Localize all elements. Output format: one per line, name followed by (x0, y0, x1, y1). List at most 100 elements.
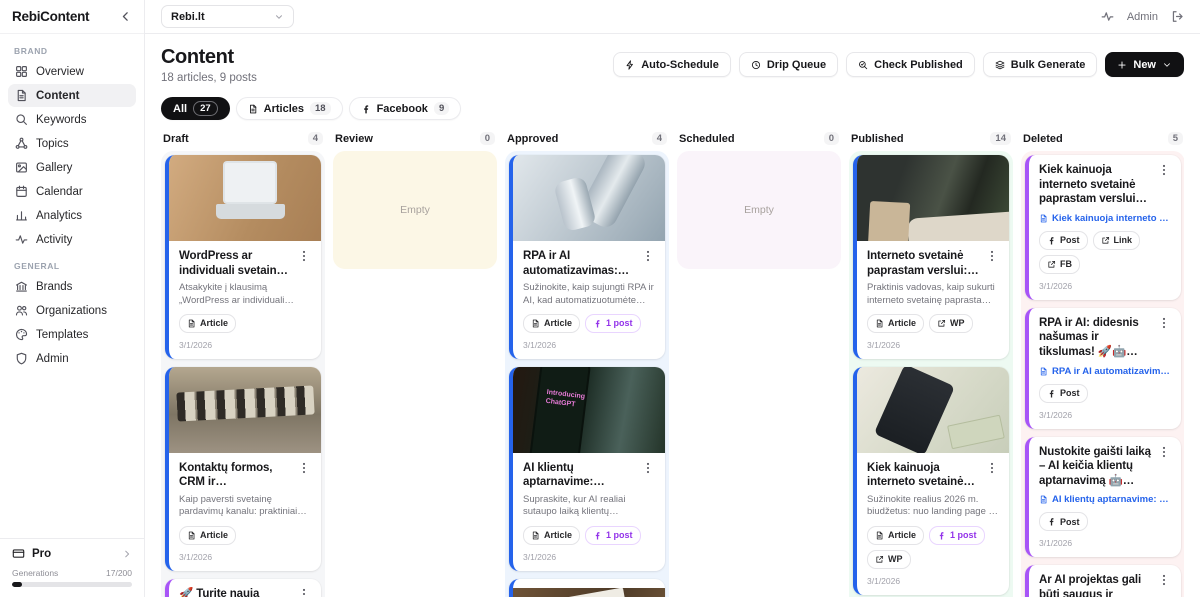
badge-1-post: 1 post (585, 314, 641, 333)
badge-1-post: 1 post (585, 526, 641, 545)
badge-label: Post (1060, 388, 1080, 398)
more-options-button[interactable] (297, 461, 311, 475)
card-image (169, 155, 321, 241)
file-icon (875, 531, 884, 540)
tab-articles[interactable]: Articles18 (236, 97, 343, 120)
layers-icon (995, 60, 1005, 70)
content-card[interactable]: Interneto svetainė paprastam verslui: nu… (853, 155, 1009, 359)
file-icon (1039, 367, 1048, 376)
auto-schedule-button[interactable]: Auto-Schedule (613, 52, 731, 77)
generations-value: 17/200 (106, 568, 132, 578)
card-title: 🚀 Turite naują svetainę? Paverskite ją u… (179, 587, 293, 597)
card-description: Atsakykite į klausimą „WordPress ar indi… (179, 282, 311, 307)
content-card[interactable]: 🚀 Turite naują svetainę? Paverskite ją u… (165, 579, 321, 597)
sidebar-item-brands[interactable]: Brands (8, 275, 136, 298)
sidebar-item-calendar[interactable]: Calendar (8, 180, 136, 203)
pro-panel: Pro Generations 17/200 (0, 538, 144, 597)
more-options-button[interactable] (985, 461, 999, 475)
content-card[interactable]: Nustokite gaišti laiką – AI keičia klien… (1025, 437, 1181, 558)
image-icon (15, 161, 28, 174)
sidebar-item-templates[interactable]: Templates (8, 323, 136, 346)
card-source-link[interactable]: Kiek kainuoja interneto svetainė paprast… (1039, 213, 1171, 224)
content-card[interactable]: Kiek kainuoja interneto svetainė paprast… (1025, 155, 1181, 300)
facebook-icon (937, 531, 946, 540)
card-image (169, 367, 321, 453)
sidebar-item-label: Overview (36, 66, 84, 78)
card-body: Kontaktų formos, CRM ir automatizavimas:… (169, 453, 321, 571)
sidebar-item-gallery[interactable]: Gallery (8, 156, 136, 179)
app-root: RebiContent BRANDOverviewContentKeywords… (0, 0, 1200, 597)
filter-tabs: All27 Articles18 Facebook9 (161, 97, 1184, 120)
card-body: Kiek kainuoja interneto svetainė paprast… (857, 453, 1009, 595)
sidebar-item-keywords[interactable]: Keywords (8, 108, 136, 131)
card-date: 3/1/2026 (523, 340, 655, 350)
sidebar-item-label: Calendar (36, 186, 83, 198)
sidebar-item-topics[interactable]: Topics (8, 132, 136, 155)
more-options-button[interactable] (1157, 316, 1171, 330)
button-label: New (1133, 59, 1156, 71)
sidebar-collapse-button[interactable] (119, 10, 132, 23)
drip-queue-button[interactable]: Drip Queue (739, 52, 838, 77)
card-source-link[interactable]: AI klientų aptarnavime: chatbot'ai, agen… (1039, 494, 1171, 505)
check-published-button[interactable]: Check Published (846, 52, 975, 77)
sidebar-item-admin[interactable]: Admin (8, 347, 136, 370)
badge-label: 1 post (950, 530, 977, 540)
sidebar-item-overview[interactable]: Overview (8, 60, 136, 83)
more-options-button[interactable] (297, 249, 311, 263)
column-body: Empty (677, 151, 841, 269)
sidebar-item-organizations[interactable]: Organizations (8, 299, 136, 322)
tab-all[interactable]: All27 (161, 97, 230, 120)
card-title: Nustokite gaišti laiką – AI keičia klien… (1039, 445, 1153, 489)
content-card[interactable]: RPA ir AI: didesnis našumas ir tikslumas… (1025, 308, 1181, 429)
clock-icon (751, 60, 761, 70)
badge-link: Link (1093, 231, 1141, 250)
file-icon (248, 104, 258, 114)
generations-label: Generations (12, 568, 58, 578)
activity-icon[interactable] (1101, 10, 1114, 23)
content-card[interactable]: Introducing ChatGPTAI klientų aptarnavim… (509, 367, 665, 571)
content-area: Content 18 articles, 9 posts Auto-Schedu… (145, 34, 1200, 597)
more-options-button[interactable] (297, 587, 311, 597)
file-icon (1039, 495, 1048, 504)
badge-post: Post (1039, 512, 1088, 531)
content-card[interactable]: Kontaktų formos, CRM ir automatizavimas:… (165, 367, 321, 571)
content-card[interactable]: WordPress ar individuali svetainė? Kaip … (165, 155, 321, 359)
file-icon (1039, 214, 1048, 223)
sidebar-item-content[interactable]: Content (8, 84, 136, 107)
content-card[interactable]: RPA ir AI automatizavimas: kaip sujungti… (509, 155, 665, 359)
more-options-button[interactable] (641, 249, 655, 263)
sidebar-item-activity[interactable]: Activity (8, 228, 136, 251)
calendar-icon (15, 185, 28, 198)
sidebar-item-analytics[interactable]: Analytics (8, 204, 136, 227)
more-options-button[interactable] (1157, 445, 1171, 459)
more-options-button[interactable] (1157, 573, 1171, 587)
facebook-icon (361, 104, 371, 114)
badge-wp: WP (929, 314, 973, 333)
bulk-generate-button[interactable]: Bulk Generate (983, 52, 1098, 77)
tab-facebook[interactable]: Facebook9 (349, 97, 462, 120)
more-options-button[interactable] (1157, 163, 1171, 177)
column-body: Empty (333, 151, 497, 269)
kanban-board: Draft4WordPress ar individuali svetainė?… (161, 132, 1184, 597)
facebook-icon (1047, 517, 1056, 526)
more-options-button[interactable] (985, 249, 999, 263)
user-menu[interactable]: Admin (1127, 11, 1158, 23)
content-card[interactable]: Ar AI projektas gali būti saugus ir teis… (1025, 565, 1181, 597)
content-card[interactable]: AI ETHICS (509, 579, 665, 597)
logout-icon[interactable] (1171, 10, 1184, 23)
card-source-link[interactable]: RPA ir AI automatizavimas: kaip sujungti… (1039, 366, 1171, 377)
card-title: Interneto svetainė paprastam verslui: nu… (867, 249, 981, 278)
column-header: Scheduled0 (677, 132, 841, 151)
pro-upgrade-button[interactable]: Pro (12, 547, 132, 560)
more-options-button[interactable] (641, 461, 655, 475)
card-date: 3/1/2026 (1039, 538, 1171, 548)
column-draft: Draft4WordPress ar individuali svetainė?… (161, 132, 325, 597)
column-name: Approved (507, 133, 558, 145)
new-button[interactable]: New (1105, 52, 1184, 77)
column-name: Deleted (1023, 133, 1063, 145)
sidebar-item-label: Analytics (36, 210, 82, 222)
file-icon (531, 319, 540, 328)
brand-selector[interactable]: Rebi.lt (161, 5, 294, 28)
content-card[interactable]: Kiek kainuoja interneto svetainė paprast… (853, 367, 1009, 595)
column-body: Interneto svetainė paprastam verslui: nu… (849, 151, 1013, 597)
